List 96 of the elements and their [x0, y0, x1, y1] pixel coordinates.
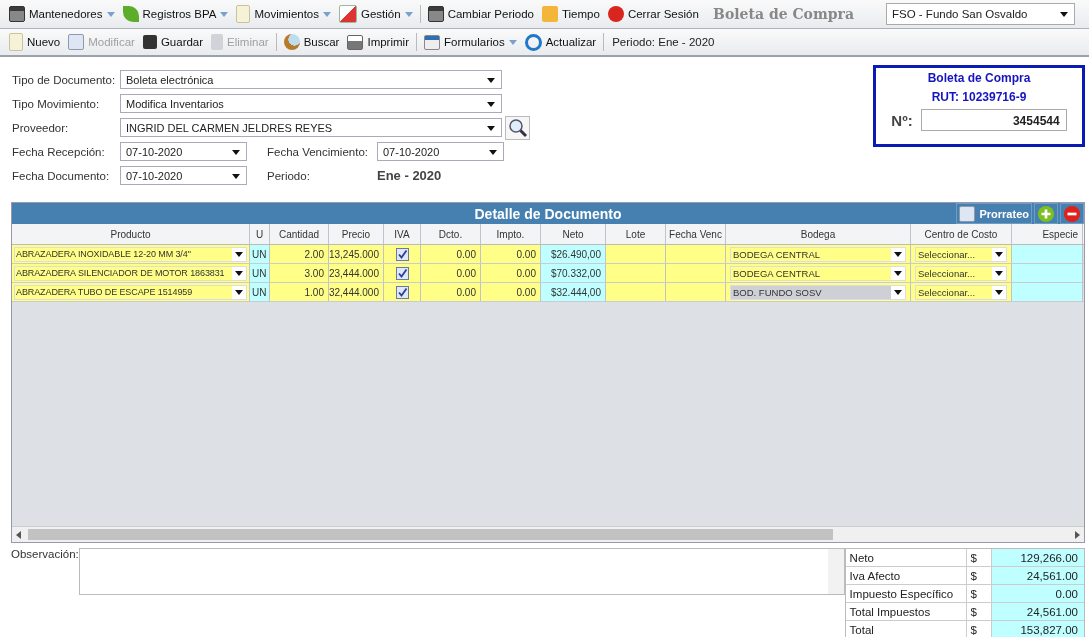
table-cell: $32.444,00: [541, 283, 606, 301]
column-header: Cantidad: [270, 224, 329, 244]
toolbar-button[interactable]: Nuevo: [6, 31, 64, 53]
menu-item[interactable]: Gestión: [336, 3, 416, 25]
field-label: Tipo Movimiento:: [12, 97, 101, 110]
field-label: Fecha Recepción:: [12, 145, 106, 158]
date-field[interactable]: 07-10-2020: [377, 142, 504, 161]
menu-item[interactable]: Tiempo: [538, 3, 603, 25]
product-select[interactable]: ABRAZADERA TUBO DE ESCAPE 1514959: [14, 284, 247, 300]
company-select[interactable]: FSO - Fundo San Osvaldo: [886, 3, 1075, 25]
iva-checkbox[interactable]: [395, 285, 409, 299]
table-cell: UN: [250, 245, 270, 263]
table-cell: UN: [250, 283, 270, 301]
table-cell: 0.00: [421, 283, 481, 301]
table-cell: 0.00: [481, 264, 541, 282]
number-field[interactable]: 3454544: [920, 109, 1067, 131]
column-header: Fecha Venc: [666, 224, 726, 244]
scroll-right-icon[interactable]: [1073, 530, 1081, 539]
prorrateo-button[interactable]: Prorrateo: [956, 203, 1032, 224]
scroll-left-icon[interactable]: [15, 530, 23, 539]
total-label: Total: [845, 621, 967, 637]
field-label: Tipo de Documento:: [12, 73, 117, 86]
warehouse-select[interactable]: BODEGA CENTRAL: [730, 246, 906, 262]
cost-center-select[interactable]: Seleccionar...: [915, 246, 1007, 262]
supplier-select[interactable]: INGRID DEL CARMEN JELDRES REYES: [120, 118, 502, 137]
document-type-title: Boleta de Compra: [927, 71, 1031, 85]
column-header: Bodega: [726, 224, 911, 244]
table-cell: 13,245.000: [329, 245, 384, 263]
total-value: 129,266.00: [991, 549, 1084, 566]
table-cell: UN: [250, 264, 270, 282]
product-select[interactable]: ABRAZADERA SILENCIADOR DE MOTOR 1863831: [14, 265, 247, 281]
toolbar-button[interactable]: Buscar: [280, 31, 343, 53]
search-button[interactable]: [505, 115, 530, 140]
field-label: Fecha Vencimiento:: [267, 145, 369, 158]
toolbar-button[interactable]: Actualizar: [521, 31, 600, 53]
total-value: 24,561.00: [991, 603, 1084, 620]
rut-text: RUT: 10239716-9: [931, 90, 1027, 104]
table-cell: 1.00: [270, 283, 329, 301]
table-cell: 2.00: [270, 245, 329, 263]
table-cell: 3.00: [270, 264, 329, 282]
grid-title: Detalle de Documento: [474, 205, 622, 222]
column-header: Impto.: [481, 224, 541, 244]
column-header: Especie: [1012, 224, 1083, 244]
field-label: Periodo:: [267, 169, 311, 182]
number-label: Nº:: [891, 111, 913, 129]
total-label: Neto: [845, 549, 967, 566]
horizontal-scrollbar[interactable]: [12, 526, 1084, 542]
field-label: Fecha Documento:: [12, 169, 111, 182]
field-label: Proveedor:: [12, 121, 70, 134]
iva-checkbox[interactable]: [395, 266, 409, 280]
total-value: 0.00: [991, 585, 1084, 602]
table-cell: $26.490,00: [541, 245, 606, 263]
table-cell: 32,444.000: [329, 283, 384, 301]
document-type-select[interactable]: Boleta electrónica: [120, 70, 502, 89]
period-label: Periodo: Ene - 2020: [611, 36, 715, 48]
column-header: Neto: [541, 224, 606, 244]
observation-field[interactable]: [78, 548, 845, 595]
cost-center-select[interactable]: Seleccionar...: [915, 265, 1007, 281]
column-header: Producto: [12, 224, 250, 244]
period-value: Ene - 2020: [377, 168, 442, 183]
table-cell: 23,444.000: [329, 264, 384, 282]
total-label: Total Impuestos: [845, 603, 967, 620]
column-header: U: [250, 224, 270, 244]
table-cell: 0.00: [421, 264, 481, 282]
column-header: Lote: [606, 224, 666, 244]
table-cell: 0.00: [481, 283, 541, 301]
menu-item[interactable]: Registros BPA: [119, 3, 232, 25]
menu-item[interactable]: Cambiar Periodo: [424, 3, 537, 25]
warehouse-select[interactable]: BODEGA CENTRAL: [730, 265, 906, 281]
menu-item[interactable]: Mantenedores: [6, 3, 118, 25]
table-cell: 0.00: [421, 245, 481, 263]
iva-checkbox[interactable]: [395, 247, 409, 261]
date-field[interactable]: 07-10-2020: [120, 142, 247, 161]
total-label: Iva Afecto: [845, 567, 967, 584]
menu-item[interactable]: Movimientos: [233, 3, 335, 25]
remove-button[interactable]: [1060, 203, 1084, 224]
total-label: Impuesto Específico: [845, 585, 967, 602]
column-header: Dcto.: [421, 224, 481, 244]
date-field[interactable]: 07-10-2020: [120, 166, 247, 185]
field-label: Observación:: [11, 548, 79, 560]
table-cell: 0.00: [481, 245, 541, 263]
column-header: Precio: [329, 224, 384, 244]
menu-item[interactable]: Cerrar Sesión: [604, 3, 702, 25]
toolbar-button[interactable]: Imprimir: [344, 31, 412, 53]
toolbar-button[interactable]: Formularios: [420, 31, 520, 53]
add-button[interactable]: [1034, 203, 1058, 224]
product-select[interactable]: ABRAZADERA INOXIDABLE 12-20 MM 3/4": [14, 246, 247, 262]
table-cell: $70.332,00: [541, 264, 606, 282]
movement-type-select[interactable]: Modifica Inventarios: [120, 94, 502, 113]
page-title: Boleta de Compra: [713, 6, 854, 22]
cost-center-select[interactable]: Seleccionar...: [915, 284, 1007, 300]
column-header: IVA: [384, 224, 421, 244]
total-value: 153,827.00: [991, 621, 1084, 637]
column-header: Centro de Costo: [911, 224, 1012, 244]
total-value: 24,561.00: [991, 567, 1084, 584]
toolbar-button[interactable]: Guardar: [139, 31, 207, 53]
